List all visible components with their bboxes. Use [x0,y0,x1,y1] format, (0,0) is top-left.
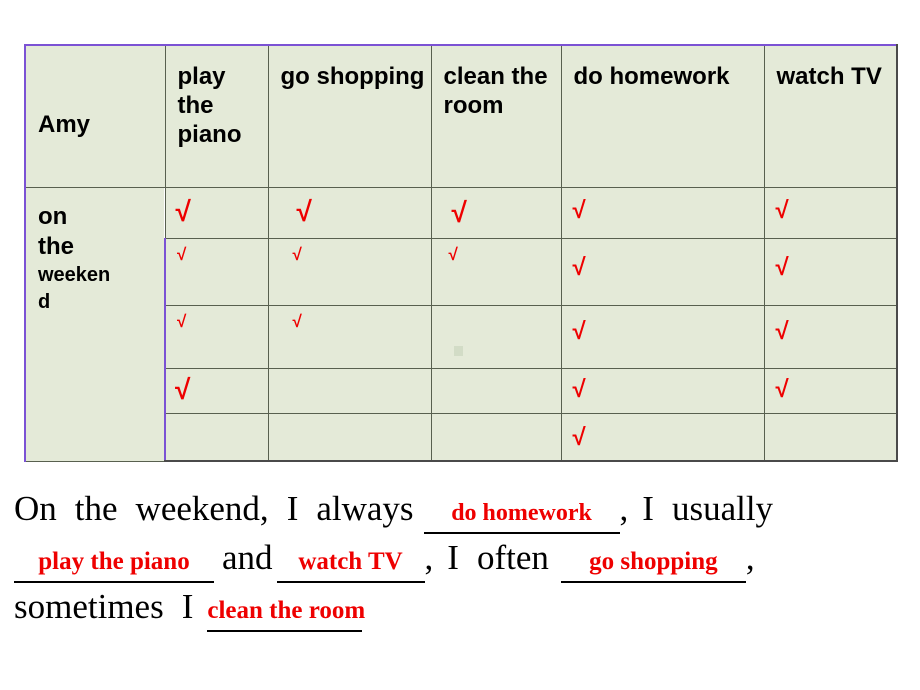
blank-answer-1[interactable]: do homework [423,494,620,534]
check-mark-icon: √ [775,197,789,224]
check-mark-icon: √ [177,312,187,331]
blank-answer-2[interactable]: play the piano [14,543,214,583]
word-i-4: I [181,587,194,626]
blank-answer-4[interactable]: go shopping [560,543,746,583]
word-the: the [74,489,118,528]
check-mark-icon: √ [775,318,789,345]
cell-play-the-piano-4: √ [164,368,269,414]
cell-play-the-piano-2: √ [164,238,269,306]
header-label-watch-tv: watch TV [776,63,882,90]
check-mark-icon: √ [292,312,302,331]
header-label-go-shopping: go shopping [280,63,425,90]
cell-clean-the-room-2: √ [430,238,562,306]
cell-go-shopping-2: √ [267,238,432,306]
cell-clean-the-room-5 [430,413,562,462]
check-mark-icon: √ [175,374,191,405]
cell-go-shopping-5 [267,413,432,462]
blank-answer-5-text: clean the room [207,597,366,624]
blank-answer-2-text: play the piano [38,548,190,575]
cell-watch-tv-3: √ [763,305,898,369]
check-mark-icon: √ [448,245,458,264]
blank-answer-4-text: go shopping [589,548,718,575]
header-label-clean-the-room: clean the room [443,63,548,119]
row-label-line-3: weeken [38,264,111,286]
word-weekend: weekend, [135,489,269,528]
cell-watch-tv-2: √ [763,238,898,306]
cell-watch-tv-1: √ [763,187,898,239]
check-mark-icon: √ [775,376,789,403]
check-mark-icon: √ [177,245,187,264]
table-header-go-shopping: go shopping [267,44,432,188]
cell-play-the-piano-3: √ [164,305,269,369]
table-header-clean-the-room: clean the room [430,44,562,188]
word-and: and [222,538,273,577]
sentence-line-1: On the weekend, Ialways do homework, Iusually [14,484,894,534]
word-always: always [316,489,414,528]
blank-answer-1-text: do homework [451,500,592,526]
check-mark-icon: √ [572,318,586,345]
sentence-line-2: play the piano and watch TV, Ioften go shopp… [14,533,894,583]
cell-go-shopping-3: √ [267,305,432,369]
cell-clean-the-room-3 [430,305,562,369]
blank-answer-3-text: watch TV [298,548,403,575]
cell-watch-tv-5 [763,413,898,462]
blank-answer-3[interactable]: watch TV [276,543,425,583]
word-i-3: I [447,538,459,577]
cell-do-homework-4: √ [560,368,765,414]
table-header-watch-tv: watch TV [763,44,898,188]
cell-go-shopping-1: √ [267,187,432,239]
check-mark-icon: √ [572,424,586,451]
header-label-do-homework: do homework [573,63,730,90]
faint-artifact [453,346,463,356]
table-header-play-the-piano: play the piano [164,44,269,188]
word-i-2: I [642,489,654,528]
cell-go-shopping-4 [267,368,432,414]
amy-weekend-activity-table: Amy play the piano go shopping clean the… [24,44,898,462]
cell-clean-the-room-1: √ [430,187,562,239]
word-i-1: I [286,489,299,528]
header-label-play-the-piano: play the piano [177,63,242,148]
cell-watch-tv-4: √ [763,368,898,414]
cell-play-the-piano-1: √ [164,187,269,239]
cell-do-homework-2: √ [560,238,765,306]
cell-do-homework-1: √ [560,187,765,239]
row-label-on-the-weekend: on the weeken d [24,187,166,462]
table-header-row: Amy play the piano go shopping clean the… [24,44,898,188]
word-often: often [476,538,549,577]
comma-1: , [619,489,629,528]
check-mark-icon: √ [175,196,191,227]
word-usually: usually [671,489,774,528]
word-on: On [14,489,57,528]
fill-in-the-blank-sentence: On the weekend, Ialways do homework, Iusually… [14,484,894,632]
sentence-line-3: sometimes Iclean the room [14,582,894,632]
check-mark-icon: √ [572,197,586,224]
table-header-name: Amy [24,44,166,188]
check-mark-icon: √ [572,376,586,403]
row-label-line-2: the [38,233,74,260]
check-mark-icon: √ [292,245,302,264]
cell-play-the-piano-5 [164,413,269,462]
comma-2: , [424,538,434,577]
check-mark-icon: √ [296,196,312,227]
cell-clean-the-room-4 [430,368,562,414]
cell-do-homework-5: √ [560,413,765,462]
check-mark-icon: √ [775,254,789,281]
check-mark-icon: √ [572,254,586,281]
row-label-line-4: d [38,291,51,313]
cell-do-homework-3: √ [560,305,765,369]
check-mark-icon: √ [451,197,467,228]
word-sometimes: sometimes [14,587,164,626]
table-row: on the weeken d √ √ √ √ √ [24,187,898,462]
comma-3: , [745,538,755,577]
header-label-amy: Amy [38,111,91,138]
blank-answer-5[interactable]: clean the room [207,592,366,632]
table-header-do-homework: do homework [560,44,765,188]
row-label-line-1: on [38,203,68,230]
